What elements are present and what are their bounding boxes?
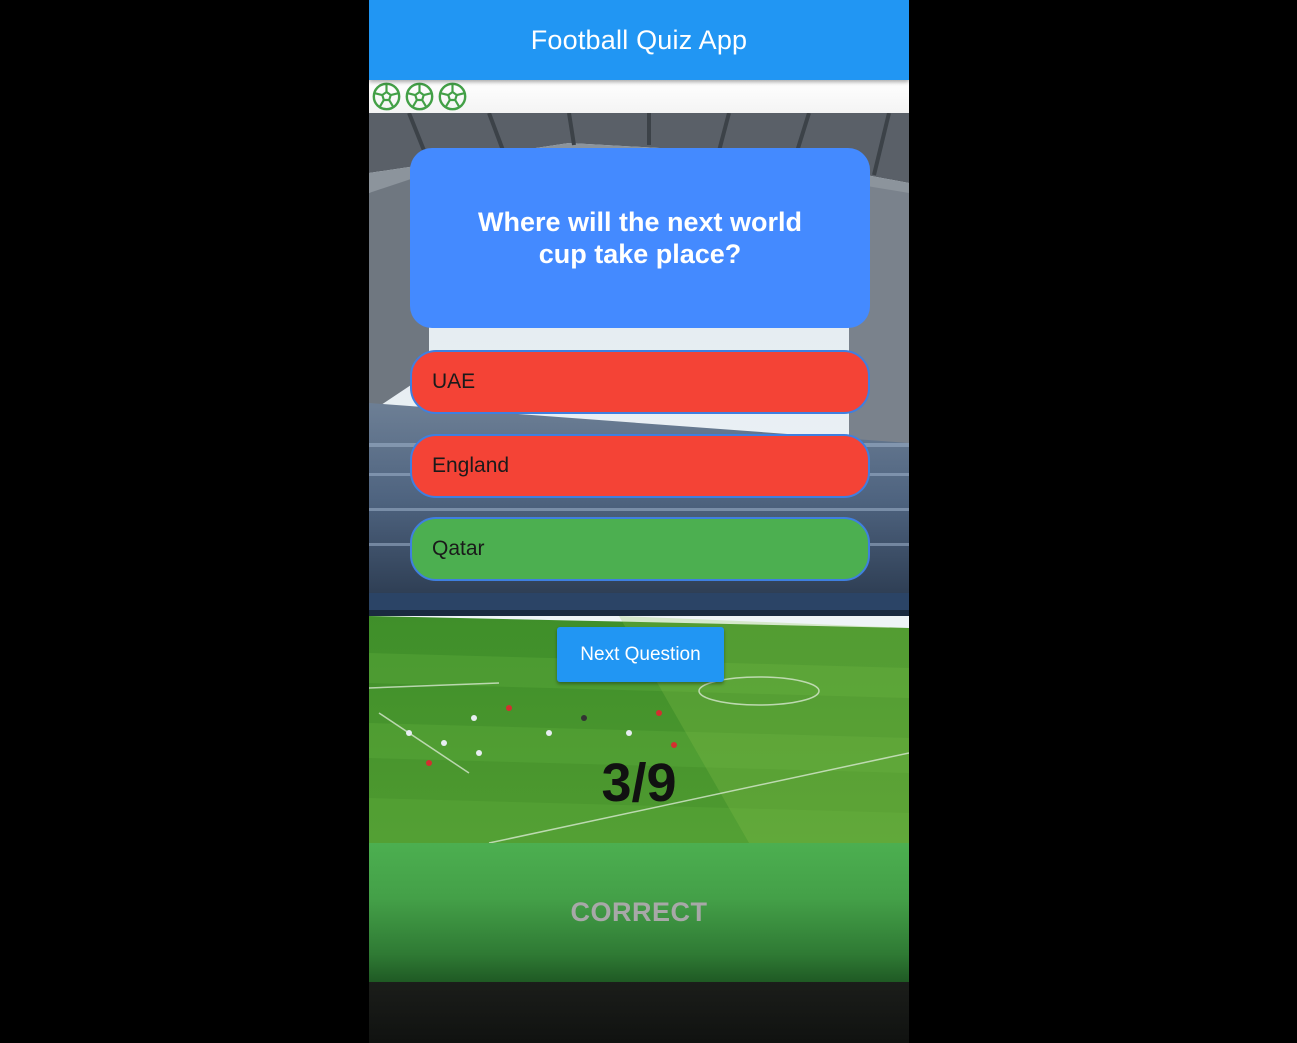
app-title: Football Quiz App <box>530 24 748 55</box>
answer-label: Qatar <box>432 537 485 560</box>
next-question-button[interactable]: Next Question <box>557 627 724 682</box>
phone-screen: Football Quiz App Where will the next wo… <box>369 0 909 1043</box>
result-text: CORRECT <box>570 897 708 927</box>
answer-label: England <box>432 454 510 477</box>
bottom-background-strip <box>369 982 909 1043</box>
question-text: Where will the next world cup take place… <box>477 207 803 269</box>
soccer-ball-icon <box>438 82 467 111</box>
answer-label: UAE <box>432 370 476 393</box>
answer-option-qatar[interactable]: Qatar <box>410 517 870 581</box>
soccer-ball-icon <box>405 82 434 111</box>
answer-option-uae[interactable]: UAE <box>410 350 870 414</box>
answer-option-england[interactable]: England <box>410 434 870 498</box>
score-tracker <box>369 80 909 113</box>
soccer-ball-icon <box>372 82 401 111</box>
app-bar: Football Quiz App <box>369 0 909 80</box>
result-banner: CORRECT <box>369 843 909 982</box>
question-progress: 3/9 <box>601 753 677 813</box>
question-card: Where will the next world cup take place… <box>410 148 870 328</box>
